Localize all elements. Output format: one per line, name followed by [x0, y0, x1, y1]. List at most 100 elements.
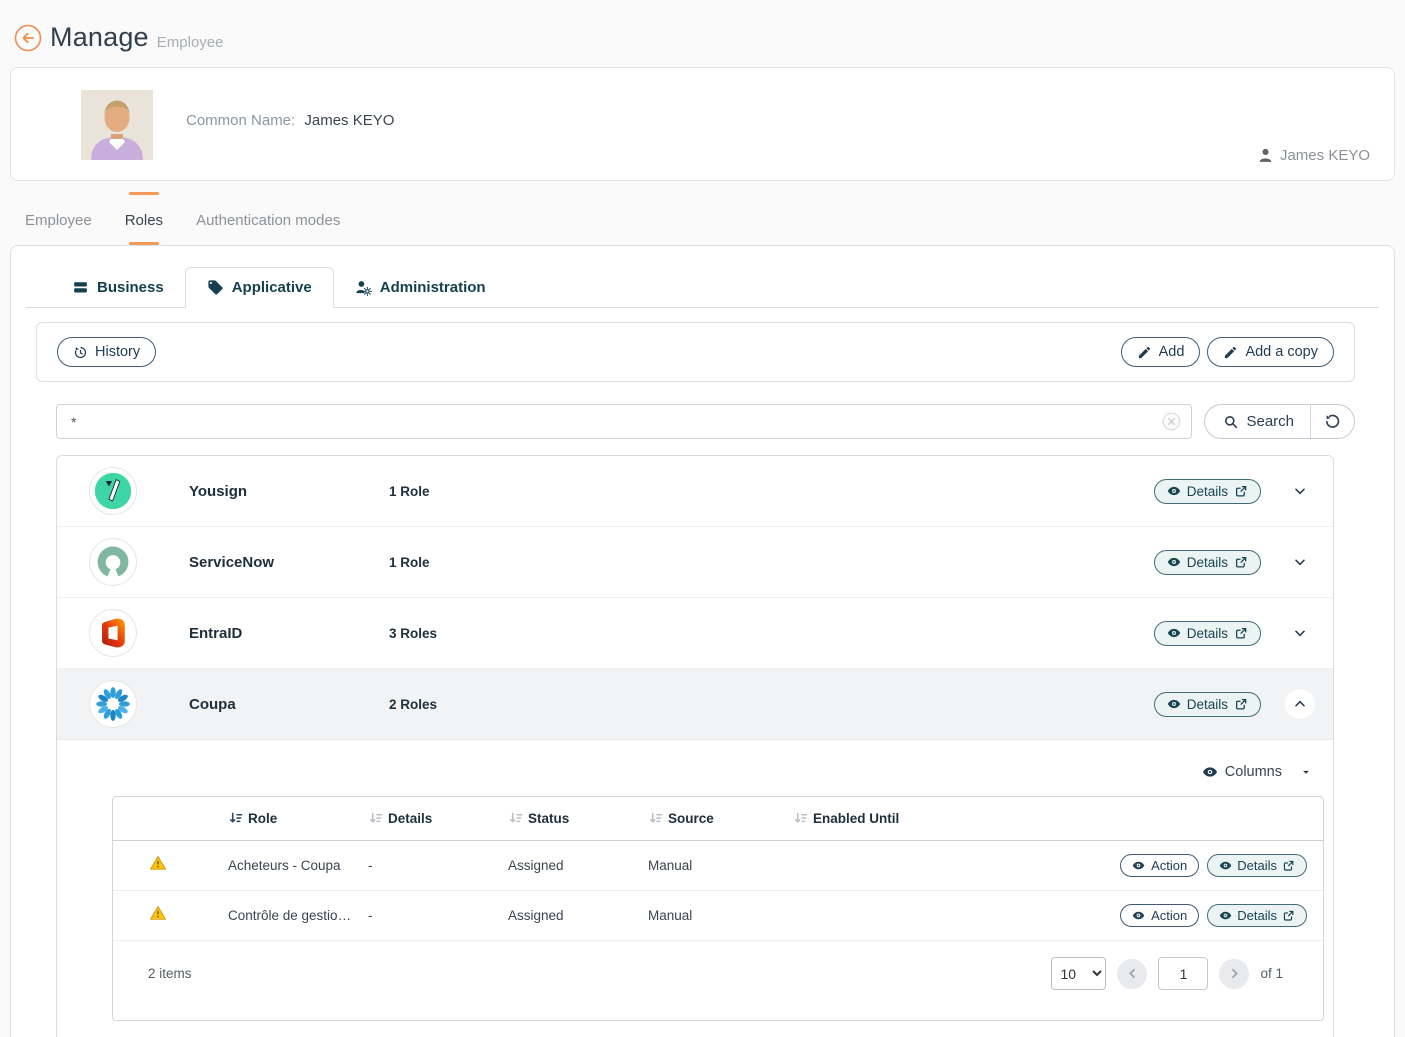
role-category-tabs: Business Applicative Administration [26, 266, 1379, 308]
pencil-icon [1137, 345, 1152, 360]
page-subtitle: Employee [157, 25, 224, 51]
page-header: Manage Employee [0, 0, 1405, 63]
column-header-source[interactable]: Source [648, 811, 793, 826]
app-name: ServiceNow [189, 554, 389, 571]
external-link-icon [1234, 697, 1248, 711]
chevron-down-icon[interactable] [1285, 547, 1315, 577]
action-button[interactable]: Action [1120, 904, 1199, 927]
tab-roles[interactable]: Roles [125, 206, 163, 235]
page-size-select[interactable]: 10 [1051, 957, 1106, 990]
app-details-button[interactable]: Details [1154, 692, 1261, 717]
app-row-coupa[interactable]: Coupa 2 Roles Details [57, 669, 1333, 740]
app-role-count: 2 Roles [389, 697, 437, 712]
previous-page-button[interactable] [1117, 959, 1147, 989]
chevron-down-icon[interactable] [1285, 476, 1315, 506]
external-link-icon [1282, 909, 1295, 922]
eye-icon [1202, 764, 1218, 780]
external-link-icon [1234, 555, 1248, 569]
application-list: Yousign 1 Role Details ServiceNow 1 Role… [56, 455, 1334, 1037]
tag-icon [207, 279, 224, 296]
app-details-button[interactable]: Details [1154, 479, 1261, 504]
roles-table: Role Details Status Source [112, 796, 1324, 1021]
sort-icon [368, 811, 383, 826]
row-details-button[interactable]: Details [1207, 854, 1307, 877]
eye-icon [1167, 555, 1181, 569]
tab-applicative[interactable]: Applicative [185, 267, 334, 308]
profile-photo [81, 90, 153, 160]
cell-source: Manual [648, 908, 793, 923]
items-count: 2 items [148, 966, 192, 981]
eye-icon [1219, 859, 1232, 872]
pencil-icon [1223, 345, 1238, 360]
page-tabs: Employee Roles Authentication modes [0, 181, 1405, 239]
app-name: Yousign [189, 483, 389, 500]
servicenow-logo-icon [89, 538, 137, 586]
chevron-left-icon [1126, 967, 1139, 980]
history-button[interactable]: History [57, 337, 156, 367]
eye-icon [1219, 909, 1232, 922]
back-icon[interactable] [14, 24, 42, 52]
search-button-group: Search [1204, 404, 1355, 439]
common-name-value: James KEYO [304, 112, 394, 129]
sort-icon [793, 811, 808, 826]
page-number-input[interactable] [1158, 957, 1208, 990]
roles-table-header: Role Details Status Source [113, 797, 1323, 841]
tab-business[interactable]: Business [51, 267, 185, 308]
reset-search-button[interactable] [1310, 405, 1354, 438]
roles-toolbar: History Add Add a copy [36, 322, 1355, 382]
common-name-field: Common Name: James KEYO [186, 112, 394, 129]
eye-icon [1132, 909, 1145, 922]
action-button[interactable]: Action [1120, 854, 1199, 877]
person-icon [1257, 147, 1274, 164]
add-button[interactable]: Add [1121, 337, 1201, 367]
pagination: 10 of 1 [1051, 957, 1283, 990]
table-footer: 2 items 10 of 1 [113, 941, 1323, 1020]
app-row-entraid[interactable]: EntraID 3 Roles Details [57, 598, 1333, 669]
app-row-servicenow[interactable]: ServiceNow 1 Role Details [57, 527, 1333, 598]
chevron-up-icon[interactable] [1285, 689, 1315, 719]
coupa-logo-icon [89, 680, 137, 728]
columns-button[interactable]: Columns [1202, 764, 1313, 780]
page-of-label: of 1 [1260, 966, 1283, 981]
tab-administration[interactable]: Administration [334, 267, 507, 308]
person-gear-icon [355, 279, 372, 296]
cell-details: - [368, 858, 508, 873]
column-header-details[interactable]: Details [368, 811, 508, 826]
history-icon [73, 345, 88, 360]
undo-icon [1324, 413, 1341, 430]
tab-authentication-modes[interactable]: Authentication modes [196, 206, 340, 235]
column-header-enabled-until[interactable]: Enabled Until [793, 811, 1323, 826]
search-bar: Search [56, 404, 1355, 439]
chevron-right-icon [1228, 967, 1241, 980]
clear-search-icon[interactable] [1161, 411, 1182, 432]
search-button[interactable]: Search [1205, 405, 1310, 438]
cell-status: Assigned [508, 908, 648, 923]
page-title: Manage [50, 22, 149, 53]
yousign-logo-icon [89, 467, 137, 515]
layers-icon [72, 279, 89, 296]
app-role-count: 3 Roles [389, 626, 437, 641]
cell-source: Manual [648, 858, 793, 873]
chevron-down-icon[interactable] [1285, 618, 1315, 648]
eye-icon [1167, 697, 1181, 711]
entraid-logo-icon [89, 609, 137, 657]
magnifier-icon [1223, 414, 1239, 430]
common-name-label: Common Name: [186, 112, 295, 129]
profile-user-link[interactable]: James KEYO [1257, 147, 1370, 164]
row-details-button[interactable]: Details [1207, 904, 1307, 927]
sort-icon [508, 811, 523, 826]
search-input[interactable] [56, 404, 1192, 439]
column-header-role[interactable]: Role [228, 811, 368, 826]
external-link-icon [1282, 859, 1295, 872]
app-details-button[interactable]: Details [1154, 550, 1261, 575]
warning-icon [113, 854, 228, 877]
add-copy-button[interactable]: Add a copy [1207, 337, 1334, 367]
app-row-yousign[interactable]: Yousign 1 Role Details [57, 456, 1333, 527]
column-header-status[interactable]: Status [508, 811, 648, 826]
coupa-expanded-panel: Columns Role Details [57, 740, 1333, 1021]
profile-card: Common Name: James KEYO James KEYO [10, 67, 1395, 181]
app-details-button[interactable]: Details [1154, 621, 1261, 646]
tab-employee[interactable]: Employee [25, 206, 92, 235]
roles-panel: Business Applicative Administration Hist… [10, 245, 1395, 1037]
next-page-button[interactable] [1219, 959, 1249, 989]
